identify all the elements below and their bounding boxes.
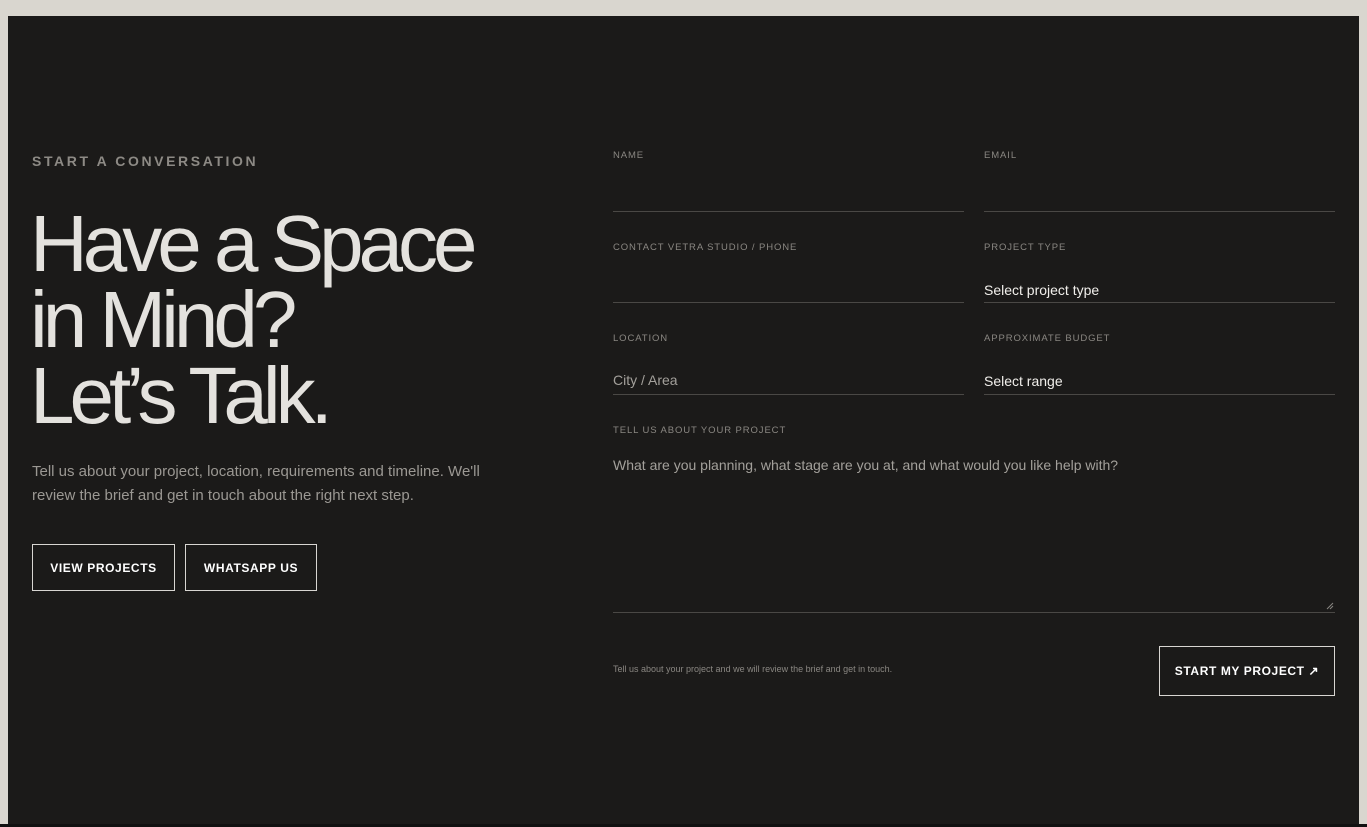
phone-field[interactable]: CONTACT VETRA STUDIO / PHONE: [613, 242, 964, 303]
location-input[interactable]: [613, 372, 964, 388]
email-field[interactable]: EMAIL: [984, 150, 1335, 212]
view-projects-button[interactable]: VIEW PROJECTS: [32, 544, 175, 591]
headline-line-3: Let’s Talk.: [30, 351, 333, 440]
budget-label: APPROXIMATE BUDGET: [984, 333, 1111, 344]
message-textarea[interactable]: [613, 457, 1335, 597]
start-project-button[interactable]: START MY PROJECT ↗: [1159, 646, 1335, 696]
name-input[interactable]: [613, 188, 964, 204]
budget-select[interactable]: Select range: [984, 373, 1335, 389]
email-input[interactable]: [984, 188, 1335, 204]
budget-field[interactable]: APPROXIMATE BUDGET Select range: [984, 333, 1335, 395]
form-note: Tell us about your project and we will r…: [613, 664, 893, 674]
message-field[interactable]: TELL US ABOUT YOUR PROJECT: [613, 425, 1335, 613]
email-label: EMAIL: [984, 150, 1018, 161]
phone-input[interactable]: [613, 280, 964, 296]
name-label: NAME: [613, 150, 645, 161]
message-label: TELL US ABOUT YOUR PROJECT: [613, 425, 787, 436]
resize-handle-icon[interactable]: [1326, 602, 1334, 610]
contact-section: START A CONVERSATION Have a Space in Min…: [8, 16, 1359, 824]
project-type-field[interactable]: PROJECT TYPE Select project type: [984, 242, 1335, 303]
project-type-label: PROJECT TYPE: [984, 242, 1067, 253]
headline-line-2: in Mind?: [30, 275, 297, 364]
whatsapp-button[interactable]: WHATSAPP US: [185, 544, 317, 591]
intro-text: Tell us about your project, location, re…: [32, 463, 480, 504]
name-field[interactable]: NAME: [613, 150, 964, 212]
phone-label: CONTACT VETRA STUDIO / PHONE: [613, 242, 798, 253]
page-title: Have a Space in Mind? Let’s Talk.: [30, 199, 478, 440]
location-label: LOCATION: [613, 333, 669, 344]
section-eyebrow: START A CONVERSATION: [32, 153, 259, 169]
location-field[interactable]: LOCATION: [613, 333, 964, 395]
project-type-select[interactable]: Select project type: [984, 282, 1335, 298]
headline-line-1: Have a Space: [30, 199, 478, 288]
